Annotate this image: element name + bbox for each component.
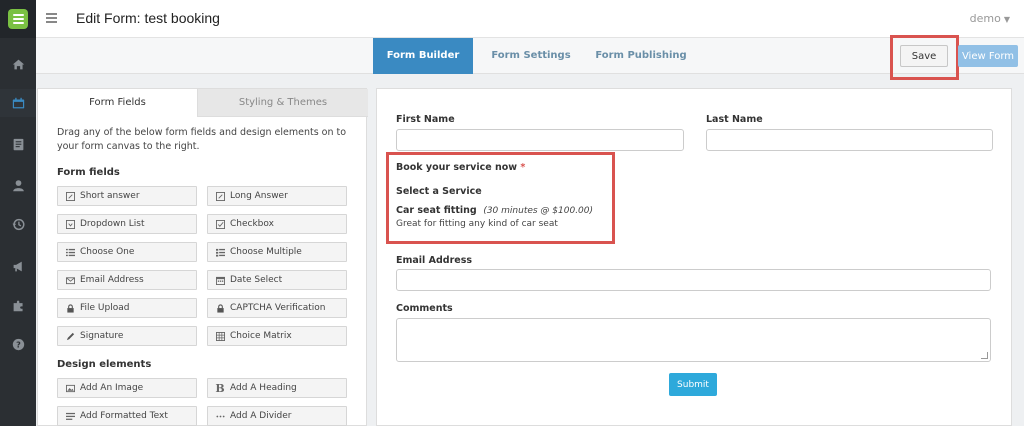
field-signature[interactable]: Signature <box>57 326 197 346</box>
field-long-answer[interactable]: Long Answer <box>207 186 347 206</box>
bold-icon: B <box>215 381 225 395</box>
save-button[interactable]: Save <box>900 45 948 67</box>
design-add-image[interactable]: Add An Image <box>57 378 197 398</box>
email-label: Email Address <box>396 255 473 266</box>
envelope-icon <box>64 274 76 286</box>
field-email-address[interactable]: Email Address <box>57 270 197 290</box>
page-title: Edit Form: test booking <box>76 10 220 26</box>
service-option[interactable]: Car seat fitting (30 minutes @ $100.00) <box>396 205 593 216</box>
design-add-formatted-text[interactable]: Add Formatted Text <box>57 406 197 426</box>
field-choice-matrix[interactable]: Choice Matrix <box>207 326 347 346</box>
sidebar: ? <box>0 0 36 426</box>
pen-icon <box>64 330 76 342</box>
email-input[interactable] <box>396 269 991 291</box>
comments-textarea[interactable] <box>396 318 991 362</box>
design-add-heading[interactable]: B Add A Heading <box>207 378 347 398</box>
megaphone-icon[interactable] <box>0 252 36 280</box>
chevron-down-icon: ▼ <box>1003 15 1010 24</box>
field-dropdown-list[interactable]: Dropdown List <box>57 214 197 234</box>
calendar-icon <box>214 274 226 286</box>
field-file-upload[interactable]: File Upload <box>57 298 197 318</box>
comments-label: Comments <box>396 303 453 314</box>
edit-icon <box>214 190 226 202</box>
service-meta: (30 minutes @ $100.00) <box>483 206 594 216</box>
required-mark: * <box>520 162 526 173</box>
home-icon[interactable] <box>0 50 36 78</box>
field-date-select[interactable]: Date Select <box>207 270 347 290</box>
panel-instructions: Drag any of the below form fields and de… <box>57 127 347 152</box>
lock-icon <box>64 302 76 314</box>
field-short-answer[interactable]: Short answer <box>57 186 197 206</box>
document-icon[interactable] <box>0 130 36 158</box>
dots-icon <box>214 410 226 422</box>
select-service-label: Select a Service <box>396 186 482 197</box>
view-form-button[interactable]: View Form <box>958 45 1018 67</box>
lock-icon <box>214 302 226 314</box>
menu-toggle-icon[interactable] <box>46 13 57 23</box>
logo-icon <box>8 9 28 29</box>
service-description: Great for fitting any kind of car seat <box>396 219 558 229</box>
form-tab-bar: Form Builder Form Settings Form Publishi… <box>36 38 1024 74</box>
text-icon <box>64 410 76 422</box>
tab-form-fields[interactable]: Form Fields <box>38 89 197 117</box>
tab-form-builder[interactable]: Form Builder <box>373 38 473 74</box>
edit-icon <box>64 190 76 202</box>
design-elements-heading: Design elements <box>57 359 152 370</box>
calendar-icon[interactable] <box>0 89 36 117</box>
puzzle-icon[interactable] <box>0 291 36 319</box>
checkbox-icon <box>214 218 226 230</box>
grid-icon <box>214 330 226 342</box>
design-add-divider[interactable]: Add A Divider <box>207 406 347 426</box>
first-name-input[interactable] <box>396 129 684 151</box>
svg-text:?: ? <box>16 339 21 349</box>
history-icon[interactable] <box>0 210 36 238</box>
tab-form-settings[interactable]: Form Settings <box>481 38 581 74</box>
field-choose-one[interactable]: Choose One <box>57 242 197 262</box>
service-name: Car seat fitting <box>396 205 477 216</box>
tab-styling-themes[interactable]: Styling & Themes <box>197 89 368 117</box>
list-icon <box>64 246 76 258</box>
user-name: demo <box>969 12 1001 25</box>
last-name-input[interactable] <box>706 129 993 151</box>
booking-title: Book your service now * <box>396 162 526 173</box>
top-bar: Edit Form: test booking demo ▼ <box>36 0 1024 38</box>
form-elements-panel: Form Fields Styling & Themes Drag any of… <box>37 88 368 426</box>
field-checkbox[interactable]: Checkbox <box>207 214 347 234</box>
image-icon <box>64 382 76 394</box>
user-menu[interactable]: demo ▼ <box>970 12 1010 25</box>
field-captcha-verification[interactable]: CAPTCHA Verification <box>207 298 347 318</box>
first-name-label: First Name <box>396 114 455 125</box>
app-logo[interactable] <box>0 0 36 38</box>
dropdown-icon <box>64 218 76 230</box>
resize-handle-icon[interactable] <box>981 352 988 359</box>
form-fields-heading: Form fields <box>57 167 120 178</box>
help-icon[interactable]: ? <box>0 330 36 358</box>
tab-form-publishing[interactable]: Form Publishing <box>586 38 696 74</box>
user-icon[interactable] <box>0 171 36 199</box>
list-icon <box>214 246 226 258</box>
submit-button[interactable]: Submit <box>669 373 717 396</box>
field-choose-multiple[interactable]: Choose Multiple <box>207 242 347 262</box>
last-name-label: Last Name <box>706 114 763 125</box>
